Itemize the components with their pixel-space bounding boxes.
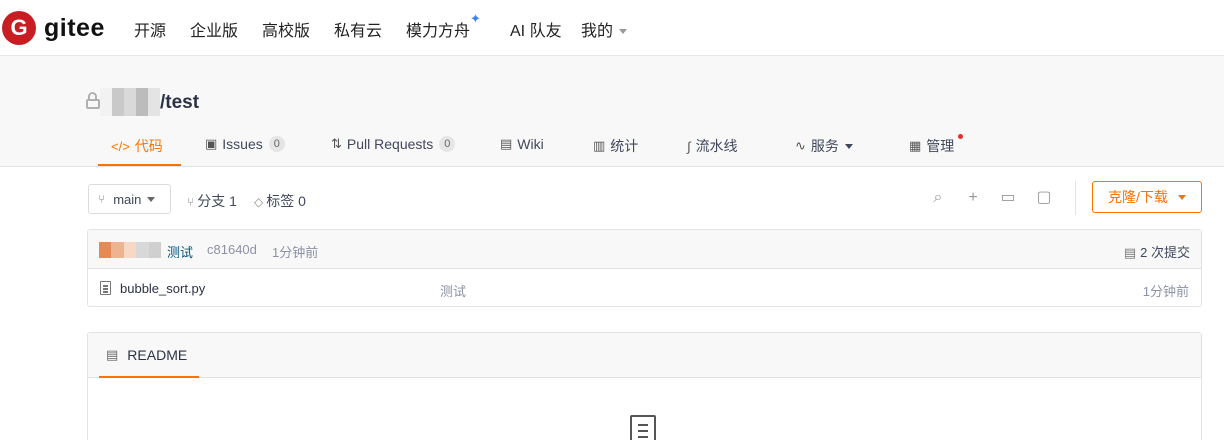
file-time: 1分钟前: [1142, 284, 1189, 299]
branch-select-label: main: [113, 191, 142, 207]
file-name[interactable]: bubble_sort.py: [120, 281, 205, 296]
issues-count-badge: 0: [268, 136, 285, 152]
comment-icon[interactable]: ▢: [1035, 188, 1053, 208]
commits-icon: ▤: [1123, 245, 1137, 260]
chevron-down-icon: [1177, 194, 1186, 200]
repo-header: /test </> 代码 ▣ Issues 0 ⇅ Pull Requests …: [0, 56, 1224, 167]
tab-wiki[interactable]: ▤ Wiki: [500, 136, 544, 152]
tab-issues-label: Issues: [222, 136, 263, 152]
tab-pipeline[interactable]: ∫ 流水线: [687, 136, 738, 156]
owner-name-blurred[interactable]: [100, 88, 160, 116]
nav-item-mine-label: 我的: [581, 23, 614, 40]
code-icon: </>: [111, 138, 130, 154]
issues-icon: ▣: [205, 136, 218, 151]
tab-pull-requests[interactable]: ⇅ Pull Requests 0: [331, 136, 456, 152]
gitee-logo[interactable]: G gitee: [2, 10, 105, 46]
tab-stats-label: 统计: [610, 138, 639, 154]
document-icon: [630, 415, 656, 440]
file-icon: [100, 281, 111, 295]
tab-services-label: 服务: [810, 138, 839, 154]
nav-item-enterprise[interactable]: 企业版: [190, 17, 238, 41]
web-ide-icon[interactable]: ▭: [999, 188, 1017, 208]
nav-item-open-source[interactable]: 开源: [134, 17, 166, 41]
clone-download-label: 克隆/下载: [1108, 189, 1168, 205]
tab-readme-label: README: [127, 347, 188, 363]
tab-code-label: 代码: [134, 138, 163, 154]
nav-item-mine[interactable]: 我的: [581, 17, 628, 41]
nav-item-private-cloud[interactable]: 私有云: [334, 17, 382, 41]
active-tab-indicator: [99, 376, 199, 378]
tab-manage[interactable]: ▦ 管理: [909, 136, 954, 156]
pulse-icon: ∿: [795, 138, 806, 153]
branches-link[interactable]: ⑂ 分支 1: [187, 191, 237, 211]
tab-services[interactable]: ∿ 服务: [795, 136, 853, 156]
readme-panel: ▤ README: [87, 332, 1202, 440]
nav-item-ai-teammate[interactable]: AI 队友: [510, 17, 562, 41]
notification-dot: [958, 134, 963, 139]
pull-requests-count-badge: 0: [439, 136, 456, 152]
branch-icon: ⑂: [98, 192, 106, 206]
table-row[interactable]: bubble_sort.py 测试 1分钟前: [88, 269, 1201, 307]
commit-count-label: 2 次提交: [1140, 245, 1190, 260]
nav-item-moli[interactable]: 模力方舟: [406, 17, 470, 41]
wiki-icon: ▤: [500, 136, 513, 151]
file-list: 测试 c81640d 1分钟前 ▤ 2 次提交 bubble_sort.py 测试…: [87, 229, 1202, 307]
tab-wiki-label: Wiki: [517, 136, 544, 152]
gitee-logo-icon: G: [2, 11, 36, 45]
commit-message[interactable]: 测试: [167, 242, 193, 261]
tab-pipeline-label: 流水线: [695, 138, 738, 154]
tags-link[interactable]: ◇ 标签 0: [254, 191, 306, 211]
manage-icon: ▦: [909, 138, 922, 153]
bar-chart-icon: ▥: [593, 138, 606, 153]
commit-hash[interactable]: c81640d: [207, 242, 257, 257]
tab-issues[interactable]: ▣ Issues 0: [205, 136, 285, 152]
chevron-down-icon: [844, 143, 853, 149]
commit-count-link[interactable]: ▤ 2 次提交: [1124, 242, 1190, 261]
tab-pull-requests-label: Pull Requests: [346, 136, 434, 152]
nav-item-education[interactable]: 高校版: [262, 17, 310, 41]
add-icon[interactable]: +: [964, 188, 982, 208]
document-icon: ▤: [106, 347, 119, 362]
search-icon[interactable]: ⌕: [929, 188, 947, 208]
branch-icon: ⑂: [187, 195, 195, 209]
tab-manage-label: 管理: [926, 138, 955, 154]
chevron-down-icon: [619, 29, 628, 35]
toolbar-divider: [1075, 181, 1076, 215]
tab-stats[interactable]: ▥ 统计: [593, 136, 638, 156]
tab-code[interactable]: </> 代码: [111, 136, 163, 156]
commit-time: 1分钟前: [272, 245, 319, 260]
clone-download-button[interactable]: 克隆/下载: [1092, 181, 1202, 213]
readme-header: ▤ README: [88, 333, 1201, 378]
pull-request-icon: ⇅: [331, 136, 342, 151]
pipeline-icon: ∫: [687, 138, 691, 154]
repo-name[interactable]: /test: [160, 92, 199, 114]
file-commit-message[interactable]: 测试: [440, 281, 466, 300]
chevron-down-icon: [147, 196, 156, 202]
latest-commit-row: 测试 c81640d 1分钟前 ▤ 2 次提交: [88, 230, 1201, 269]
sparkle-icon: ✦: [470, 11, 481, 26]
active-tab-indicator: [98, 164, 181, 166]
gitee-logo-text: gitee: [44, 13, 105, 42]
tags-label: 标签 0: [266, 193, 306, 209]
avatar[interactable]: [99, 242, 162, 258]
branches-label: 分支 1: [197, 193, 237, 209]
unlock-icon: [86, 92, 100, 109]
branch-select[interactable]: ⑂ main: [88, 184, 171, 214]
tag-icon: ◇: [254, 195, 264, 209]
top-navbar: G gitee 开源 企业版 高校版 私有云 模力方舟 ✦ AI 队友 我的: [0, 0, 1224, 56]
tab-readme[interactable]: ▤ README: [106, 347, 187, 363]
